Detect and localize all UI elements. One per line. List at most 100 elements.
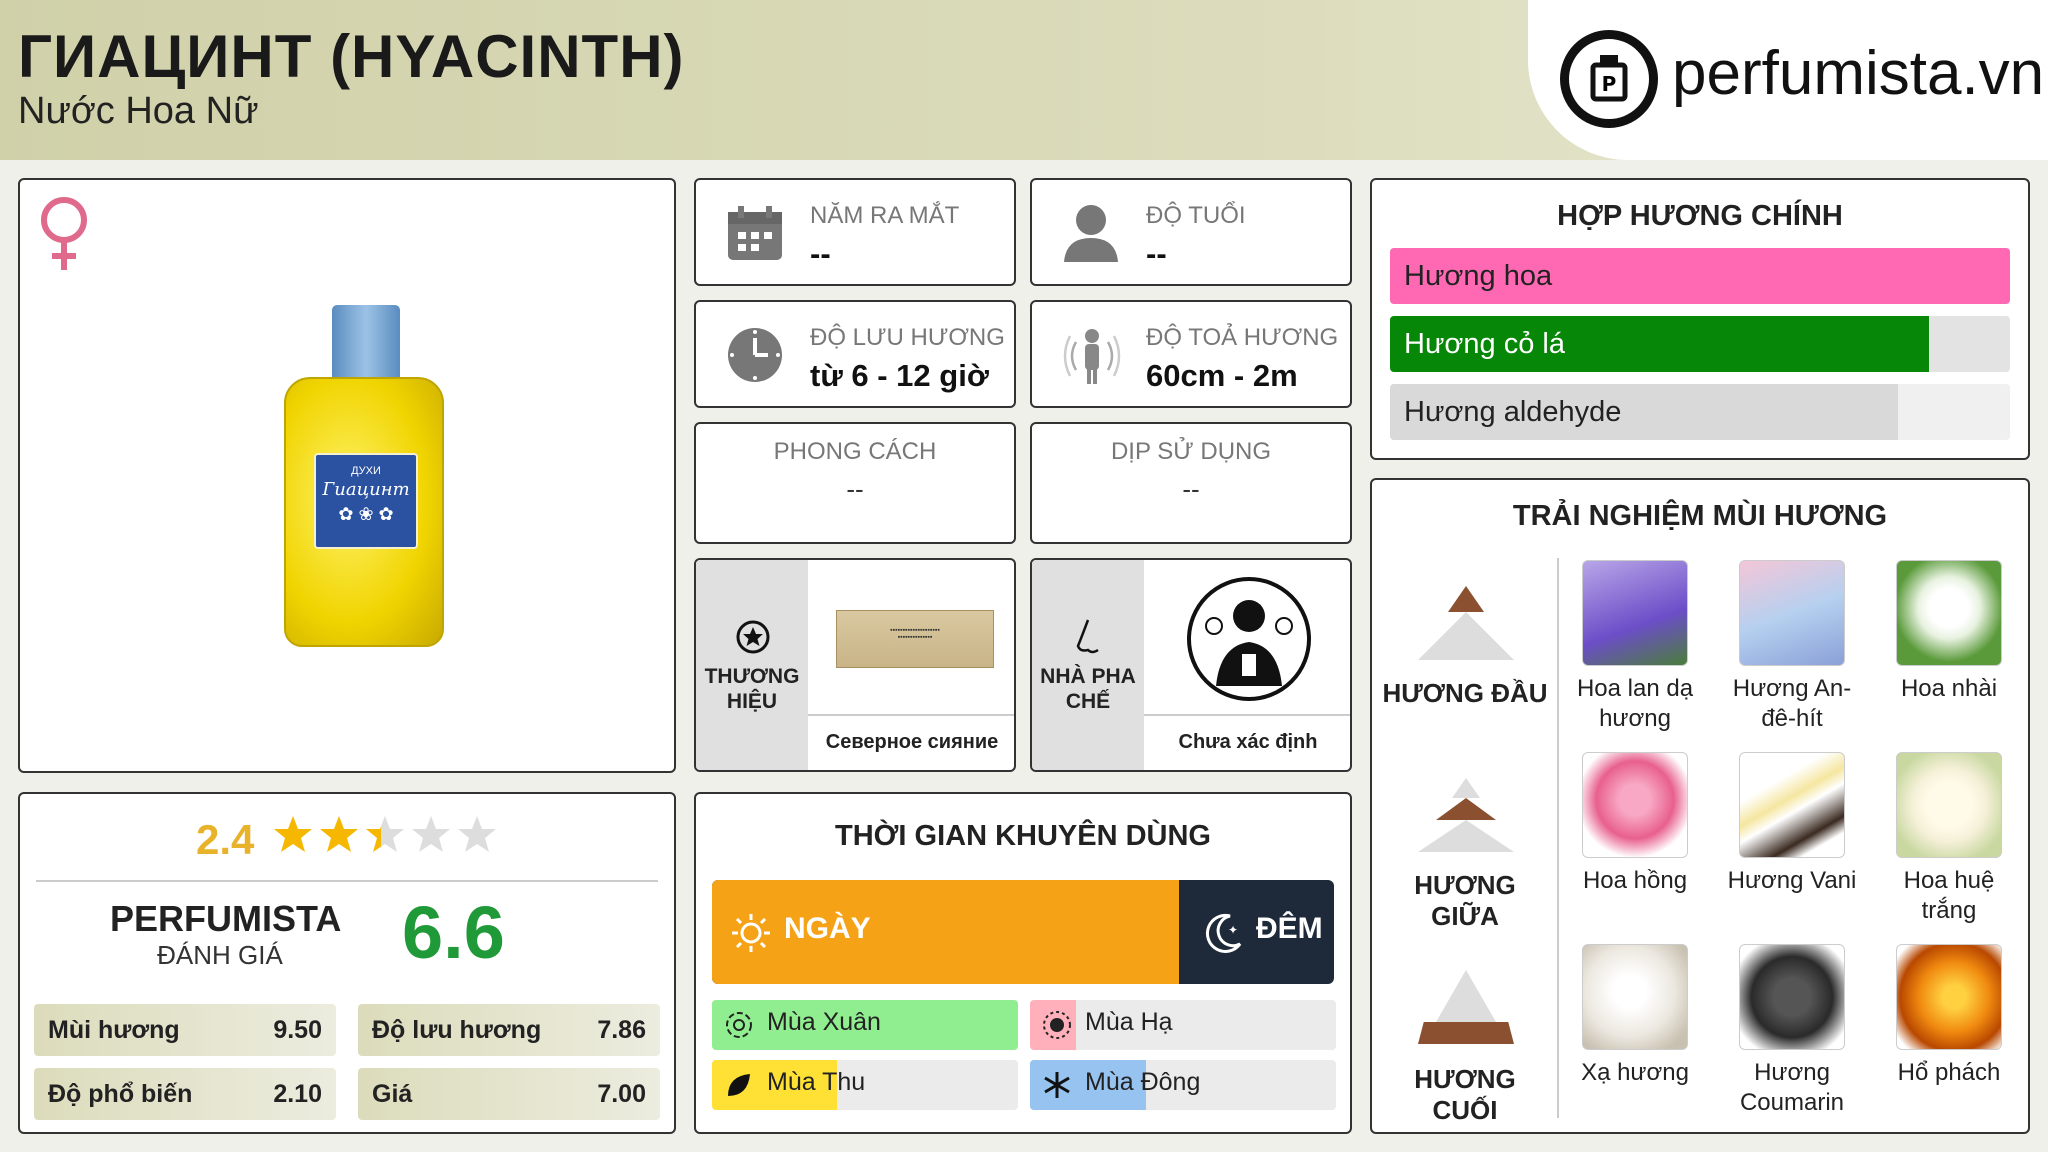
bottle-label-line1: ДУХИ [351,465,381,477]
style-label: PHONG CÁCH [773,438,937,465]
accord-label: Hương cỏ lá [1404,328,1565,360]
score-scent-label: Mùi hương [48,1015,180,1044]
star-icon [320,816,358,852]
time-card: THỜI GIAN KHUYÊN DÙNG NGÀY ✦ ĐÊM Mùa Xuâ… [694,792,1352,1134]
score-scent: Mùi hương 9.50 [34,1004,336,1056]
score-longevity-value: 7.86 [597,1015,646,1044]
season-spring: Mùa Xuân [712,1000,1018,1050]
snowflake-icon [1044,1072,1070,1098]
perfumista-score: 6.6 [402,891,505,974]
brand-label: THƯƠNG HIỆU [704,665,800,713]
pyramid-middle-icon [1418,778,1514,852]
middle-notes-label: HƯƠNG GIỮA [1414,870,1516,931]
note-vanilla-image [1739,752,1845,858]
perfumer-name: Chưa xác định [1144,714,1350,770]
product-card: ДУХИ Гиацинт ✿ ❀ ✿ [18,178,676,773]
perfumista-label: PERFUMISTA [110,898,342,939]
note-name: Hoa lan dạ hương [1576,675,1694,732]
flower-icon [726,1012,752,1038]
season-winter-label: Mùa Đông [1085,1068,1201,1096]
perfume-bottle-image: ДУХИ Гиацинт ✿ ❀ ✿ [268,305,448,655]
note-name: Hoa hồng [1582,867,1688,894]
pyramid-top-icon [1418,586,1514,660]
star-icon [274,816,312,852]
note-hyacinth-image [1582,560,1688,666]
leaf-icon [728,1074,750,1096]
star-icon [458,816,496,852]
day-night-bar: NGÀY ✦ ĐÊM [712,880,1334,984]
occasion-card: DỊP SỬ DỤNG -- [1030,422,1352,544]
accord-bar: Hương hoa [1390,248,2010,304]
note-name: Hoa nhài [1900,675,1998,702]
bottle-label-line2: Гиацинт [322,479,410,500]
notes-card: TRẢI NGHIỆM MÙI HƯƠNG HƯƠNG ĐẦU Hoa lan … [1370,478,2030,1134]
notes-title: TRẢI NGHIỆM MÙI HƯƠNG [1512,500,1888,532]
score-popularity: Độ phổ biến 2.10 [34,1068,336,1120]
season-summer-label: Mùa Hạ [1085,1008,1173,1036]
day-label: NGÀY [784,912,871,945]
accord-bar: Hương aldehyde [1390,384,2010,440]
sillage-label: ĐỘ TOẢ HƯƠNG [1146,324,1339,351]
score-popularity-value: 2.10 [273,1079,322,1108]
accords-card: HỢP HƯƠNG CHÍNH Hương hoa Hương cỏ lá Hư… [1370,178,2030,460]
score-longevity: Độ lưu hương 7.86 [358,1004,660,1056]
age-value: -- [1146,236,1167,271]
season-spring-label: Mùa Xuân [767,1008,881,1036]
accord-bar: Hương cỏ lá [1390,316,2010,372]
score-longevity-label: Độ lưu hương [372,1015,542,1044]
brand-card[interactable]: THƯƠNG HIỆU ▪▪▪▪▪▪▪▪▪▪▪▪▪▪▪▪▪▪▪▪ ▪▪▪▪▪▪▪▪… [694,558,1016,772]
perfumer-avatar [1187,577,1311,701]
time-title: THỜI GIAN KHUYÊN DÙNG [835,820,1211,852]
score-popularity-label: Độ phổ biến [48,1079,193,1108]
perfumer-card[interactable]: NHÀ PHA CHẾ Chưa xác định [1030,558,1352,772]
score-price: Giá 7.00 [358,1068,660,1120]
occasion-value: -- [1182,474,1200,504]
note-name: Hổ phách [1897,1059,2001,1086]
star-icon [366,816,404,852]
note-amber-image [1896,944,2002,1050]
note-tuberose-image [1896,752,2002,858]
accord-label: Hương aldehyde [1404,396,1622,428]
note-coumarin-image [1739,944,1845,1050]
base-notes-label: HƯƠNG CUỐI [1414,1064,1516,1125]
age-card: ĐỘ TUỔI -- [1030,178,1352,286]
logo-text: perfumista.vn [1672,39,2045,108]
note-name: Hương An-đê-hít [1732,675,1852,732]
top-notes-label: HƯƠNG ĐẦU [1382,678,1548,708]
note-name: Hương Vani [1727,867,1857,894]
perfume-subtitle: Nước Hoa Nữ [18,90,259,132]
age-label: ĐỘ TUỔI [1146,202,1246,229]
sillage-value: 60cm - 2m [1146,358,1298,393]
launch-year-value: -- [810,236,831,271]
style-card: PHONG CÁCH -- [694,422,1016,544]
score-scent-value: 9.50 [273,1015,322,1044]
note-name: Hoa huệ trắng [1903,867,1995,924]
rating-card: 2.4 PERFUMISTA ĐÁNH GIÁ 6.6 Mùi hương 9.… [18,792,676,1134]
pyramid-base-icon [1418,970,1514,1044]
person-icon [1064,205,1118,262]
calendar-icon [728,206,782,260]
summer-sun-icon [1043,1011,1071,1039]
longevity-value: từ 6 - 12 giờ [810,358,989,393]
brand-logo-image: ▪▪▪▪▪▪▪▪▪▪▪▪▪▪▪▪▪▪▪▪ ▪▪▪▪▪▪▪▪▪▪▪▪▪▪ [836,610,994,668]
occasion-label: DỊP SỬ DỤNG [1110,438,1272,465]
radiate-person-icon [1063,329,1121,384]
star-rating [272,814,498,856]
sillage-card: ĐỘ TOẢ HƯƠNG 60cm - 2m [1030,300,1352,408]
season-summer: Mùa Hạ [1030,1000,1336,1050]
season-autumn: Mùa Thu [712,1060,1018,1110]
perfume-title: ГИАЦИНТ (HYACINTH) [18,23,685,90]
perfumer-label: NHÀ PHA CHẾ [1040,665,1136,713]
launch-year-label: NĂM RA MẮT [810,202,960,229]
brand-name: Северное сияние [808,714,1014,770]
longevity-card: ĐỘ LƯU HƯƠNG từ 6 - 12 giờ [694,300,1016,408]
eval-label: ĐÁNH GIÁ [157,940,283,970]
star-rating-value: 2.4 [196,816,255,863]
svg-text:P: P [1602,72,1617,96]
moon-icon: ✦ [1205,913,1242,953]
season-winter: Mùa Đông [1030,1060,1336,1110]
note-name: Xạ hương [1581,1059,1689,1086]
style-value: -- [846,474,864,504]
longevity-label: ĐỘ LƯU HƯƠNG [810,324,1005,351]
note-aldehyde-image [1739,560,1845,666]
